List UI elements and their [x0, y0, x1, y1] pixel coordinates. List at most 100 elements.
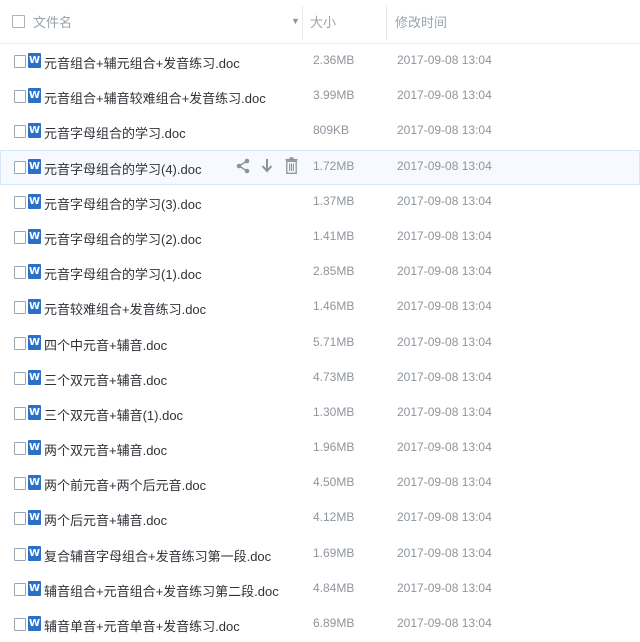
file-name[interactable]: 四个中元音+辅音.doc: [44, 335, 167, 354]
select-all-checkbox[interactable]: [12, 15, 25, 28]
row-checkbox[interactable]: [14, 230, 26, 244]
word-doc-icon: W: [28, 264, 41, 280]
file-row[interactable]: W 辅音组合+元音组合+发音练习第二段.doc 4.84MB 2017-09-0…: [0, 572, 640, 607]
file-size: 809KB: [313, 123, 350, 138]
row-checkbox[interactable]: [14, 582, 26, 596]
row-checkbox[interactable]: [14, 477, 26, 491]
row-checkbox[interactable]: [14, 195, 26, 209]
row-checkbox[interactable]: [14, 125, 26, 139]
file-modified-time: 2017-09-08 13:04: [397, 123, 492, 138]
column-divider[interactable]: [302, 6, 303, 40]
row-checkbox[interactable]: [14, 547, 26, 561]
file-row[interactable]: W 三个双元音+辅音(1).doc 1.30MB 2017-09-08 13:0…: [0, 396, 640, 431]
file-name[interactable]: 元音组合+辅元组合+发音练习.doc: [44, 53, 240, 72]
file-name[interactable]: 元音字母组合的学习(4).doc: [44, 159, 201, 178]
file-modified-time: 2017-09-08 13:04: [397, 53, 492, 67]
file-size: 1.30MB: [313, 404, 355, 419]
file-size: 1.41MB: [313, 228, 355, 243]
file-row[interactable]: W 元音字母组合的学习(3).doc 1.37MB 2017-09-08 13:…: [0, 185, 640, 220]
word-doc-icon: W: [28, 616, 41, 631]
file-size: 1.37MB: [313, 193, 355, 208]
file-size: 1.46MB: [313, 299, 355, 314]
column-divider[interactable]: [386, 6, 387, 40]
share-icon[interactable]: [235, 156, 251, 176]
row-checkbox[interactable]: [14, 160, 26, 174]
file-name[interactable]: 元音字母组合的学习.doc: [44, 123, 186, 142]
row-checkbox[interactable]: [14, 301, 26, 315]
word-doc-icon: W: [28, 228, 41, 244]
file-name[interactable]: 复合辅音字母组合+发音练习第一段.doc: [44, 546, 271, 565]
word-doc-icon: W: [28, 475, 41, 491]
row-checkbox[interactable]: [14, 371, 26, 385]
file-size: 2.36MB: [313, 53, 355, 67]
file-modified-time: 2017-09-08 13:04: [397, 475, 492, 490]
file-row[interactable]: W 元音字母组合的学习(4).doc 1.72MB 2017-09-08 13:…: [0, 149, 640, 185]
file-row[interactable]: W 元音字母组合的学习.doc 809KB 2017-09-08 13:04: [0, 114, 640, 149]
file-modified-time: 2017-09-08 13:04: [397, 264, 492, 279]
row-checkbox[interactable]: [14, 512, 26, 526]
file-name[interactable]: 元音组合+辅音较难组合+发音练习.doc: [44, 88, 266, 107]
file-row[interactable]: W 元音字母组合的学习(1).doc 2.85MB 2017-09-08 13:…: [0, 255, 640, 290]
file-name[interactable]: 两个双元音+辅音.doc: [44, 440, 167, 459]
file-name[interactable]: 元音字母组合的学习(2).doc: [44, 229, 201, 248]
file-modified-time: 2017-09-08 13:04: [397, 616, 492, 630]
file-name[interactable]: 辅音单音+元音单音+发音练习.doc: [44, 616, 240, 635]
column-time-label: 修改时间: [395, 15, 448, 30]
file-size: 5.71MB: [313, 334, 355, 349]
word-doc-icon: W: [28, 580, 41, 596]
row-checkbox[interactable]: [14, 55, 26, 68]
word-doc-icon: W: [28, 404, 41, 420]
file-name[interactable]: 三个双元音+辅音.doc: [44, 370, 167, 389]
file-row[interactable]: W 四个中元音+辅音.doc 5.71MB 2017-09-08 13:04: [0, 326, 640, 361]
file-name[interactable]: 三个双元音+辅音(1).doc: [44, 405, 183, 424]
row-checkbox[interactable]: [14, 406, 26, 420]
file-list: W 元音组合+辅元组合+发音练习.doc 2.36MB 2017-09-08 1…: [0, 44, 640, 642]
file-size: 6.89MB: [313, 616, 355, 630]
file-row[interactable]: W 元音组合+辅音较难组合+发音练习.doc 3.99MB 2017-09-08…: [0, 79, 640, 114]
word-doc-icon: W: [28, 369, 41, 385]
row-checkbox[interactable]: [14, 266, 26, 280]
word-doc-icon: W: [28, 545, 41, 561]
file-name[interactable]: 两个后元音+辅音.doc: [44, 510, 167, 529]
column-header-size[interactable]: 大小: [310, 0, 386, 43]
file-modified-time: 2017-09-08 13:04: [397, 334, 492, 349]
word-doc-icon: W: [28, 193, 41, 209]
file-row[interactable]: W 两个后元音+辅音.doc 4.12MB 2017-09-08 13:04: [0, 501, 640, 536]
row-checkbox[interactable]: [14, 618, 26, 631]
file-row[interactable]: W 辅音单音+元音单音+发音练习.doc 6.89MB 2017-09-08 1…: [0, 607, 640, 642]
row-checkbox[interactable]: [14, 90, 26, 104]
file-row[interactable]: W 三个双元音+辅音.doc 4.73MB 2017-09-08 13:04: [0, 361, 640, 396]
row-checkbox[interactable]: [14, 442, 26, 456]
word-doc-icon: W: [28, 53, 41, 68]
word-doc-icon: W: [28, 510, 41, 526]
file-name[interactable]: 元音字母组合的学习(3).doc: [44, 194, 201, 213]
file-size: 1.96MB: [313, 440, 355, 455]
file-list-header: 文件名 ▼ 大小 修改时间: [0, 0, 640, 44]
download-icon[interactable]: [259, 156, 275, 176]
file-row[interactable]: W 元音字母组合的学习(2).doc 1.41MB 2017-09-08 13:…: [0, 220, 640, 255]
file-size: 4.73MB: [313, 369, 355, 384]
word-doc-icon: W: [28, 334, 41, 350]
row-actions: [235, 156, 299, 176]
file-row[interactable]: W 元音较难组合+发音练习.doc 1.46MB 2017-09-08 13:0…: [0, 290, 640, 325]
file-name[interactable]: 元音较难组合+发音练习.doc: [44, 299, 206, 318]
column-header-name[interactable]: 文件名: [12, 0, 302, 43]
file-name[interactable]: 两个前元音+两个后元音.doc: [44, 475, 206, 494]
sort-down-icon[interactable]: ▼: [291, 16, 300, 26]
file-modified-time: 2017-09-08 13:04: [397, 580, 492, 595]
delete-icon[interactable]: [283, 156, 299, 176]
file-modified-time: 2017-09-08 13:04: [397, 510, 492, 525]
column-size-label: 大小: [310, 15, 337, 30]
word-doc-icon: W: [28, 88, 41, 104]
file-row[interactable]: W 复合辅音字母组合+发音练习第一段.doc 1.69MB 2017-09-08…: [0, 537, 640, 572]
file-modified-time: 2017-09-08 13:04: [397, 299, 492, 314]
file-name[interactable]: 元音字母组合的学习(1).doc: [44, 264, 201, 283]
column-header-time[interactable]: 修改时间: [395, 0, 595, 43]
file-row[interactable]: W 两个前元音+两个后元音.doc 4.50MB 2017-09-08 13:0…: [0, 466, 640, 501]
file-row[interactable]: W 两个双元音+辅音.doc 1.96MB 2017-09-08 13:04: [0, 431, 640, 466]
file-modified-time: 2017-09-08 13:04: [397, 404, 492, 419]
file-row[interactable]: W 元音组合+辅元组合+发音练习.doc 2.36MB 2017-09-08 1…: [0, 44, 640, 79]
row-checkbox[interactable]: [14, 336, 26, 350]
file-name[interactable]: 辅音组合+元音组合+发音练习第二段.doc: [44, 581, 279, 600]
file-modified-time: 2017-09-08 13:04: [397, 545, 492, 560]
